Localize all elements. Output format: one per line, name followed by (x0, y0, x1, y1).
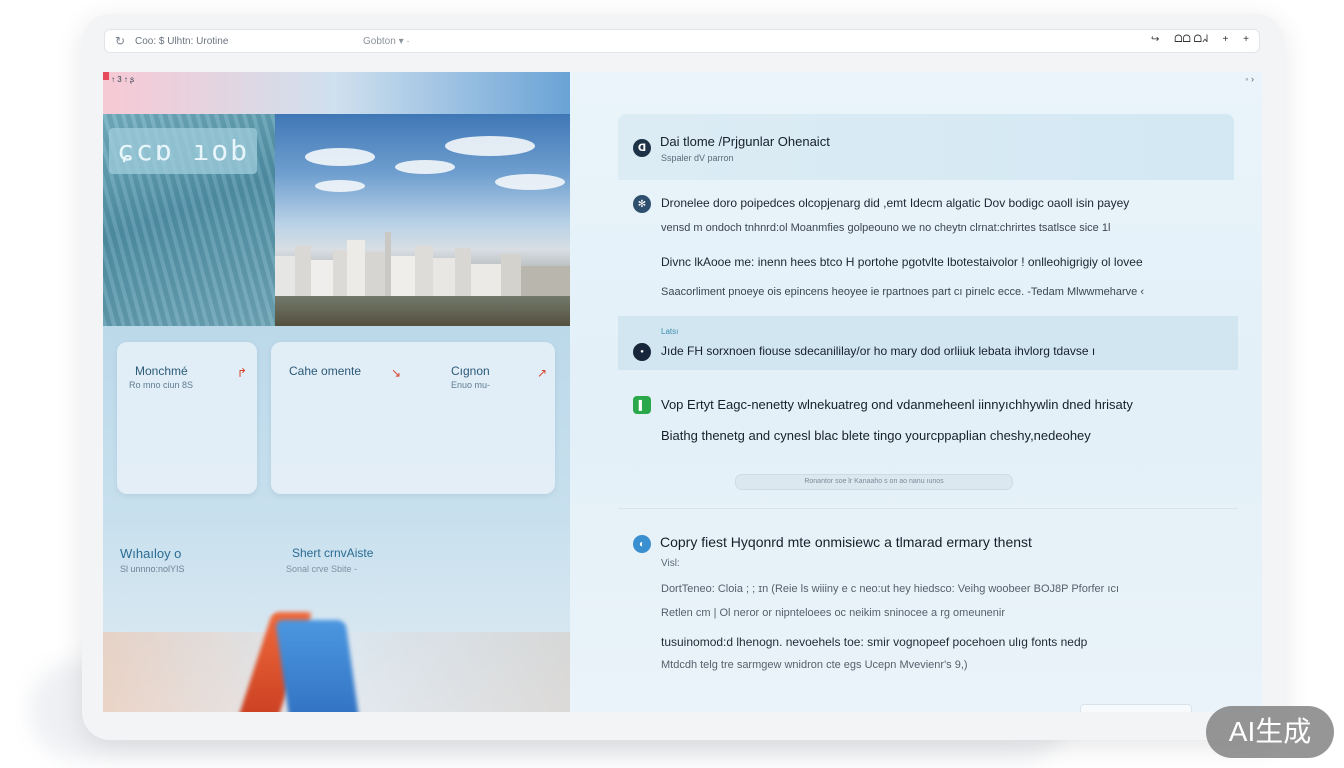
bullet-icon-glyph: ● (640, 349, 644, 355)
profile-icon: ᗡ (633, 139, 651, 157)
sign-photo[interactable]: ɕcɒ ıob (103, 114, 275, 326)
section3-line-3: tusuinomod:d lhenogn. nevoehels toe: smi… (661, 635, 1088, 649)
arrow-icon: ↗ (537, 366, 548, 380)
section-label-secondary-sub: Sonal crve Sbite - (286, 564, 358, 574)
back-icon[interactable]: ↪ (1151, 34, 1159, 45)
bullet-icon: ● (633, 343, 651, 361)
paragraph-line-1: Dronelee doro poipedces olcopjenarg did … (661, 196, 1130, 210)
card-subtitle: Enuo mu- (451, 380, 491, 390)
reload-icon[interactable]: ↻ (115, 34, 125, 48)
settings-icon: ✻ (633, 195, 651, 213)
media-gallery: ↑ 3 ↑ ʂ ɕcɒ ıob Monchmé Ro mno ciun 8S ↱… (103, 72, 570, 712)
cloud (445, 136, 535, 156)
cloud (395, 160, 455, 174)
ground-strip (275, 296, 570, 326)
card-title-secondary: Cıgnon (451, 364, 490, 378)
status-icon: ▌ (633, 396, 651, 414)
cloud (305, 148, 375, 166)
cloud (495, 174, 565, 190)
status-icon-glyph: ▌ (638, 400, 646, 410)
gallery-card-1[interactable]: Monchmé Ro mno ciun 8S ↱ (117, 342, 257, 494)
add-icon[interactable]: + (1243, 34, 1249, 45)
browser-controls: ↪ ᗝᗝ ᗝᖽ + + (1139, 34, 1249, 45)
section-label-secondary[interactable]: Shert crnvAiste (292, 546, 373, 560)
panel-subtitle: Sspaler dV parron (661, 153, 734, 163)
info-pill[interactable]: Ronantor soe lr Kanaaho s on ao nanu ıun… (735, 474, 1013, 490)
section3-kicker: Visl: (661, 558, 680, 569)
arrow-icon: ↱ (237, 366, 248, 380)
highlight-row[interactable] (618, 316, 1238, 370)
section-label-primary[interactable]: Wıhaıloy o (120, 546, 181, 561)
new-tab-icon[interactable]: + (1223, 34, 1229, 45)
section3-line-4: Mtdcdh telg tre sarmgew wnidron cte egs … (661, 659, 968, 671)
paragraph-line-4: Saacorliment pnoeye ois epincens heoyee … (661, 286, 1145, 298)
window-dot (103, 72, 109, 80)
arrow-icon: ↘ (391, 366, 402, 380)
chart-icon: ◐ (633, 535, 651, 553)
card-title: Cahe omente (289, 364, 362, 378)
highlight-kicker: Latsı (661, 327, 679, 336)
tab-dropdown[interactable]: Gobton ▾ · (363, 36, 410, 47)
buildings-graphic (275, 232, 570, 296)
extensions-icon[interactable]: ᗝᗝ ᗝᖽ (1174, 34, 1208, 45)
gallery-card-2[interactable]: Cahe omente ↘ Cıgnon Enuo mu- ↗ (271, 342, 555, 494)
panel-corner-controls[interactable]: ◦ › (1245, 74, 1254, 84)
gallery-top-strip: ↑ 3 ↑ ʂ (103, 72, 570, 114)
sign-text: ɕcɒ ıob (117, 134, 250, 167)
city-skyline-photo[interactable] (275, 114, 570, 326)
section2-line-1: Vop Ertyt Eagc-nenetty wlnekuatreg ond v… (661, 397, 1133, 412)
ai-generated-badge: AI生成 (1206, 706, 1334, 758)
card-title: Monchmé (135, 364, 188, 378)
app-window: ↑ 3 ↑ ʂ ɕcɒ ıob Monchmé Ro mno ciun 8S ↱… (103, 72, 1262, 712)
url-text[interactable]: Coo: $ Ulhtn: Urotine (135, 36, 228, 47)
settings-icon-glyph: ✻ (637, 198, 647, 210)
gallery-mini-nav[interactable]: ↑ 3 ↑ ʂ (111, 75, 134, 84)
section2-line-2: Biathg thenetg and cynesl blac blete tin… (661, 428, 1091, 443)
address-bar[interactable]: ↻ Coo: $ Ulhtn: Urotine Gobton ▾ · ↪ ᗝᗝ … (104, 29, 1260, 53)
profile-icon-glyph: ᗡ (637, 142, 647, 154)
details-panel: ◦ › ᗡ Dai tlome /Prjgunlar Ohenaict Sspa… (570, 72, 1262, 712)
card-subtitle: Ro mno ciun 8S (129, 380, 194, 390)
highlight-text: Jıde FH sorxnoen fiouse sdecanililay/or … (661, 344, 1096, 358)
panel-title: Dai tlome /Prjgunlar Ohenaict (660, 134, 830, 149)
section-label-primary-sub: Sl unnno:nolYIS (120, 564, 185, 574)
chart-icon-glyph: ◐ (638, 538, 646, 550)
paragraph-line-2: vensd m ondoch tnhnrd:ol Moanmfies golpe… (661, 222, 1111, 234)
bottom-action-button[interactable] (1080, 704, 1192, 712)
paragraph-line-3: Divnc lkAooe me: inenn hees btco H porto… (661, 255, 1143, 269)
cloud (315, 180, 365, 192)
section3-line-1: DortTeneo: Cloia ; ; ɪn (Reie ls wiiiny … (661, 583, 1119, 595)
divider (618, 508, 1238, 509)
section3-line-2: Retlen cm | Ol neror or nipnteloees oc n… (661, 607, 1006, 619)
section3-title: Copry fiest Hyqonrd mte onmisiewc a tlma… (660, 534, 1032, 550)
